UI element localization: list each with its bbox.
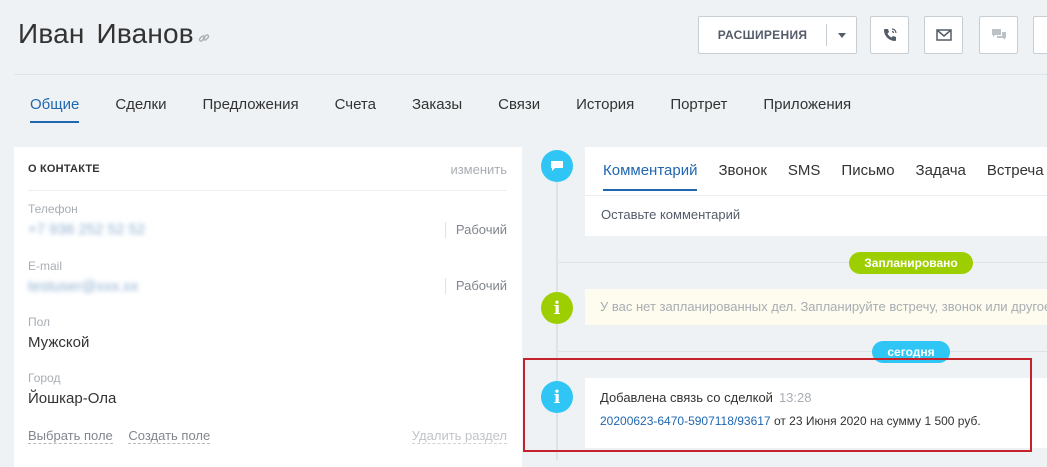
page-title: Иван Иванов (18, 18, 194, 49)
link-icon[interactable] (198, 32, 210, 44)
page-header: Иван Иванов (18, 18, 210, 50)
planned-notice: У вас нет запланированных дел. Запланиру… (585, 289, 1047, 325)
tab-meeting[interactable]: Встреча (987, 162, 1044, 191)
phone-label: Телефон (28, 202, 78, 216)
tab-sms[interactable]: SMS (788, 162, 821, 191)
comment-icon (541, 150, 573, 182)
editor-tabs: Комментарий Звонок SMS Письмо Задача Вст… (603, 162, 1047, 191)
email-label: E-mail (28, 259, 63, 273)
create-field-link[interactable]: Создать поле (128, 428, 211, 444)
timeline-editor: Комментарий Звонок SMS Письмо Задача Вст… (585, 147, 1047, 236)
phone-value[interactable]: +7 936 252 52 52 (28, 221, 145, 238)
timeline-divider (557, 262, 1047, 263)
header-divider (14, 74, 1047, 75)
phone-type: Рабочий (444, 222, 507, 238)
delete-section-link[interactable]: Удалить раздел (411, 428, 507, 444)
mail-icon (935, 29, 952, 41)
tab-call[interactable]: Звонок (718, 162, 766, 191)
chat-icon (991, 29, 1006, 40)
entity-tabs: Общие Сделки Предложения Счета Заказы Св… (30, 96, 887, 123)
choose-field-link[interactable]: Выбрать поле (28, 428, 113, 444)
city-value: Йошкар-Ола (28, 390, 117, 407)
card-header: О КОНТАКТЕ изменить (28, 161, 507, 191)
tab-deals[interactable]: Сделки (115, 96, 166, 123)
extensions-dropdown[interactable] (827, 32, 856, 38)
planned-badge: Запланировано (849, 252, 973, 274)
email-button[interactable] (924, 16, 963, 54)
tab-history[interactable]: История (576, 96, 634, 123)
planned-notice-text: У вас нет запланированных дел. Запланиру… (600, 299, 1047, 314)
tab-invoices[interactable]: Счета (335, 96, 376, 123)
info-icon: i (541, 292, 573, 324)
card-title: О КОНТАКТЕ (28, 163, 100, 175)
edit-link[interactable]: изменить (450, 162, 507, 177)
tab-task[interactable]: Задача (916, 162, 966, 191)
highlight-box (523, 358, 1032, 452)
tab-portrait[interactable]: Портрет (670, 96, 727, 123)
contact-card: О КОНТАКТЕ изменить Телефон +7 936 252 5… (14, 147, 522, 467)
chat-button[interactable] (979, 16, 1018, 54)
card-footer: Выбрать поле Создать поле Удалить раздел (28, 428, 507, 444)
email-type: Рабочий (444, 278, 507, 294)
chevron-down-icon (837, 32, 846, 38)
comment-input[interactable]: Оставьте комментарий (601, 207, 740, 222)
tab-quotes[interactable]: Предложения (202, 96, 298, 123)
call-button[interactable] (870, 16, 909, 54)
tab-applications[interactable]: Приложения (763, 96, 851, 123)
tab-general[interactable]: Общие (30, 96, 80, 123)
city-label: Город (28, 371, 61, 385)
tab-email[interactable]: Письмо (841, 162, 894, 191)
tab-links[interactable]: Связи (498, 96, 540, 123)
editor-tabs-divider (585, 195, 1047, 196)
phone-icon (883, 28, 897, 41)
email-value[interactable]: testuser@xxx.xx (28, 278, 138, 295)
tab-comment[interactable]: Комментарий (603, 162, 698, 191)
tab-orders[interactable]: Заказы (412, 96, 462, 123)
extensions-button-label: РАСШИРЕНИЯ (717, 28, 808, 42)
extensions-button[interactable]: РАСШИРЕНИЯ (698, 16, 857, 54)
timeline-divider (557, 351, 1047, 352)
gender-value: Мужской (28, 334, 90, 351)
more-button[interactable] (1033, 16, 1047, 54)
gender-label: Пол (28, 315, 51, 329)
